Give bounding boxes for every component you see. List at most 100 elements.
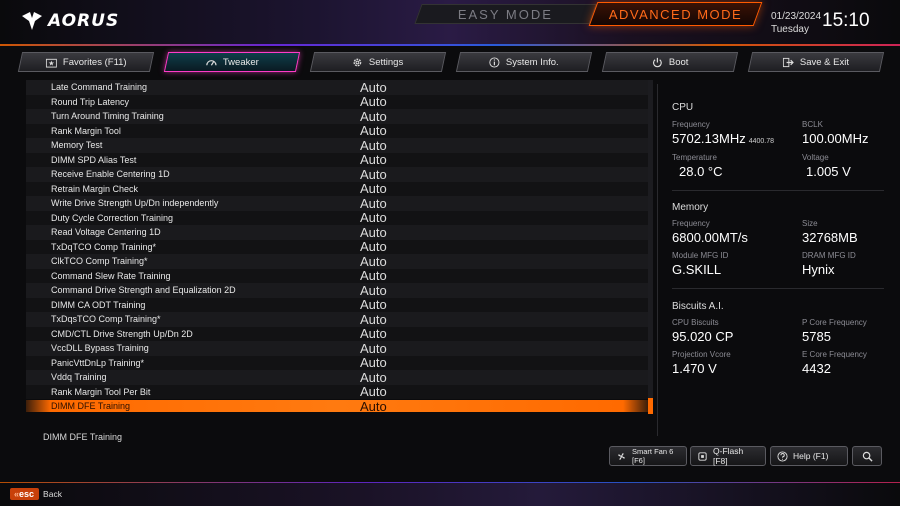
help-button[interactable]: Help (F1) (770, 446, 848, 466)
setting-value[interactable]: Auto (360, 80, 387, 95)
setting-value[interactable]: Auto (360, 210, 387, 225)
setting-name: Round Trip Latency (51, 96, 130, 107)
scroll-thumb[interactable] (648, 398, 653, 414)
easy-mode-label: EASY MODE (457, 6, 554, 22)
advanced-mode-label: ADVANCED MODE (608, 6, 743, 22)
setting-value[interactable]: Auto (360, 341, 387, 356)
setting-name: Retrain Margin Check (51, 183, 139, 194)
setting-row[interactable]: DIMM CA ODT Training Auto (26, 297, 648, 312)
tab-system-info-label: System Info. (506, 56, 559, 68)
tab-favorites-label: Favorites (F11) (62, 56, 127, 68)
setting-name: Turn Around Timing Training (51, 111, 164, 122)
setting-value[interactable]: Auto (360, 297, 387, 312)
setting-row[interactable]: CMD/CTL Drive Strength Up/Dn 2D Auto (26, 326, 648, 341)
setting-row[interactable]: PanicVttDnLp Training* Auto (26, 355, 648, 370)
setting-row[interactable]: Memory Test Auto (26, 138, 648, 153)
setting-value[interactable]: Auto (360, 94, 387, 109)
setting-row[interactable]: Command Slew Rate Training Auto (26, 268, 648, 283)
setting-value[interactable]: Auto (360, 239, 387, 254)
setting-value[interactable]: Auto (360, 123, 387, 138)
setting-value[interactable]: Auto (360, 384, 387, 399)
easy-mode-tab[interactable]: EASY MODE (414, 4, 597, 24)
setting-row[interactable]: Round Trip Latency Auto (26, 94, 648, 109)
module-mfg-value: G.SKILL (672, 262, 722, 277)
smart-fan-label: Smart Fan 6 [F6] (632, 447, 674, 465)
setting-row[interactable]: DIMM SPD Alias Test Auto (26, 152, 648, 167)
top-header: AORUS EASY MODE ADVANCED MODE 01/23/2024… (0, 0, 900, 46)
setting-row[interactable]: DIMM DFE Training Auto (26, 399, 648, 414)
tab-settings[interactable]: Settings (309, 52, 447, 72)
setting-value[interactable]: Auto (360, 399, 387, 414)
memory-size-label: Size (802, 219, 818, 228)
tab-favorites[interactable]: Favorites (F11) (17, 52, 155, 72)
cpu-section-title: CPU (672, 102, 694, 113)
clock: 15:10 (822, 10, 870, 31)
memory-section-title: Memory (672, 202, 709, 213)
setting-row[interactable]: Receive Enable Centering 1D Auto (26, 167, 648, 182)
setting-name: Read Voltage Centering 1D (51, 227, 161, 238)
setting-row[interactable]: TxDqsTCO Comp Training* Auto (26, 312, 648, 327)
setting-name: Command Slew Rate Training (51, 270, 171, 281)
settings-scrollbar[interactable] (648, 80, 653, 414)
setting-value[interactable]: Auto (360, 181, 387, 196)
setting-row[interactable]: Vddq Training Auto (26, 370, 648, 385)
cpu-biscuits-label: CPU Biscuits (672, 318, 719, 327)
bclk-value: 100.00MHz (802, 131, 869, 146)
memory-frequency-label: Frequency (672, 219, 710, 228)
setting-value[interactable]: Auto (360, 167, 387, 182)
setting-name: Command Drive Strength and Equalization … (51, 285, 236, 296)
setting-value[interactable]: Auto (360, 355, 387, 370)
setting-name: Memory Test (51, 140, 103, 151)
info-icon (489, 56, 500, 68)
tab-save-exit[interactable]: Save & Exit (747, 52, 885, 72)
back-label: Back (43, 489, 62, 499)
q-flash-button[interactable]: Q-Flash [F8] (690, 446, 766, 466)
setting-row[interactable]: Duty Cycle Correction Training Auto (26, 210, 648, 225)
setting-row[interactable]: Write Drive Strength Up/Dn independently… (26, 196, 648, 211)
advanced-mode-tab[interactable]: ADVANCED MODE (588, 2, 763, 26)
setting-value[interactable]: Auto (360, 312, 387, 327)
setting-row[interactable]: VccDLL Bypass Training Auto (26, 341, 648, 356)
cpu-frequency-value: 5702.13MHz 4400.78 (672, 131, 774, 146)
setting-value[interactable]: Auto (360, 138, 387, 153)
setting-row[interactable]: Rank Margin Tool Per Bit Auto (26, 384, 648, 399)
setting-name: Late Command Training (51, 82, 148, 93)
setting-name: Rank Margin Tool Per Bit (51, 386, 151, 397)
system-status-panel: CPU Frequency 5702.13MHz 4400.78 BCLK 100… (657, 84, 900, 436)
setting-value[interactable]: Auto (360, 152, 387, 167)
tab-save-exit-label: Save & Exit (799, 56, 850, 68)
panel-divider (672, 190, 884, 191)
flash-chip-icon (698, 451, 707, 461)
setting-value[interactable]: Auto (360, 268, 387, 283)
tab-system-info[interactable]: System Info. (455, 52, 593, 72)
tab-boot-label: Boot (668, 56, 689, 68)
bclk-label: BCLK (802, 120, 823, 129)
biscuits-section-title: Biscuits A.I. (672, 301, 724, 312)
setting-row[interactable]: Turn Around Timing Training Auto (26, 109, 648, 124)
power-icon (652, 57, 662, 67)
smart-fan-button[interactable]: Smart Fan 6 [F6] (609, 446, 687, 466)
setting-value[interactable]: Auto (360, 326, 387, 341)
memory-frequency-value: 6800.00MT/s (672, 230, 748, 245)
setting-value[interactable]: Auto (360, 283, 387, 298)
cpu-temperature-label: Temperature (672, 153, 717, 162)
tab-tweaker[interactable]: Tweaker (163, 52, 301, 72)
setting-value[interactable]: Auto (360, 109, 387, 124)
setting-row[interactable]: TxDqTCO Comp Training* Auto (26, 239, 648, 254)
setting-row[interactable]: Read Voltage Centering 1D Auto (26, 225, 648, 240)
setting-value[interactable]: Auto (360, 196, 387, 211)
setting-row[interactable]: Rank Margin Tool Auto (26, 123, 648, 138)
setting-row[interactable]: Command Drive Strength and Equalization … (26, 283, 648, 298)
setting-row[interactable]: ClkTCO Comp Training* Auto (26, 254, 648, 269)
search-button[interactable] (852, 446, 882, 466)
speedometer-icon (205, 59, 217, 66)
tab-boot[interactable]: Boot (601, 52, 739, 72)
setting-value[interactable]: Auto (360, 225, 387, 240)
setting-row[interactable]: Retrain Margin Check Auto (26, 181, 648, 196)
setting-value[interactable]: Auto (360, 254, 387, 269)
eagle-icon (22, 12, 42, 30)
setting-row[interactable]: Late Command Training Auto (26, 80, 648, 95)
esc-back-button[interactable]: «esc Back (10, 488, 62, 500)
q-flash-label: Q-Flash [F8] (713, 446, 744, 466)
setting-value[interactable]: Auto (360, 370, 387, 385)
